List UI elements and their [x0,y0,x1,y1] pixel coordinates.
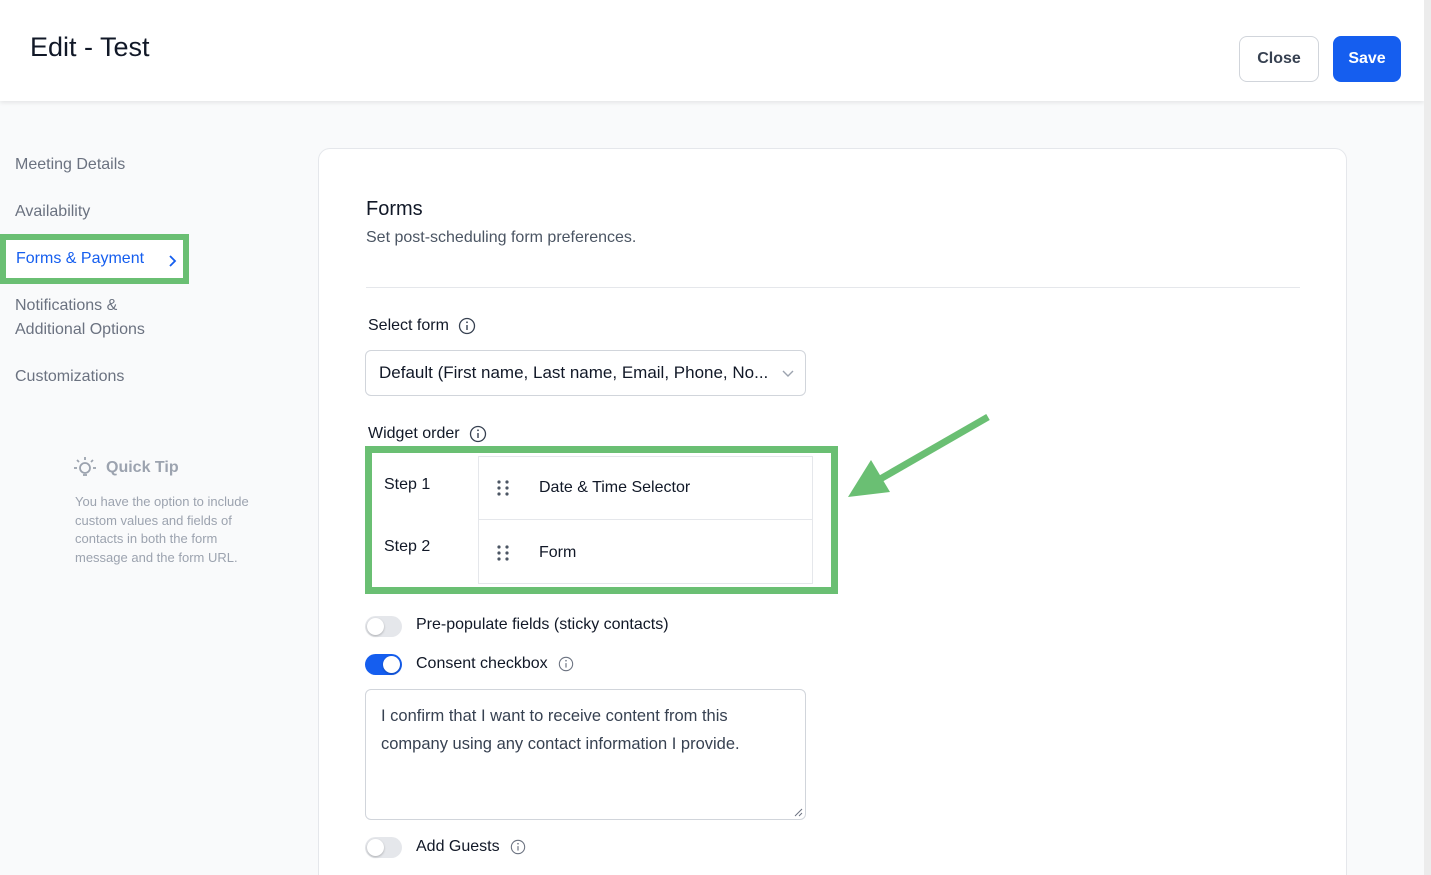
prepopulate-toggle[interactable] [365,616,402,637]
window-edge [1424,0,1431,875]
widget-order-list: Date & Time Selector Form [478,456,813,584]
consent-label-text: Consent checkbox [416,655,548,672]
sidebar-item-label: Availability [15,203,91,220]
info-icon[interactable] [510,839,526,855]
chevron-down-icon [782,370,794,377]
select-form-value: Default (First name, Last name, Email, P… [379,363,769,382]
chevron-right-icon [167,252,177,276]
sidebar-item-label: Customizations [15,368,125,385]
sidebar-item-notifications[interactable]: Notifications & Additional Options [5,294,185,342]
consent-toggle[interactable] [365,654,402,675]
consent-text-area[interactable]: I confirm that I want to receive content… [365,689,806,820]
info-icon[interactable] [558,656,574,672]
add-guests-label: Add Guests [416,838,526,856]
resize-handle-icon[interactable] [794,808,803,817]
step-2-label: Step 2 [384,538,431,555]
info-icon[interactable] [458,317,476,335]
widget-order-label-text: Widget order [368,425,460,442]
annotation-arrow-icon [848,413,990,497]
sidebar-item-label-line1: Notifications & [15,297,118,314]
page-title: Edit - Test [30,32,150,62]
select-form-label: Select form [368,317,476,335]
step-1-label: Step 1 [384,476,431,493]
sidebar-item-forms-payment[interactable]: Forms & Payment [0,234,189,284]
close-button[interactable]: Close [1239,36,1319,82]
save-button[interactable]: Save [1333,36,1401,82]
section-divider [366,287,1300,288]
toggle-knob [367,839,384,856]
widget-form[interactable]: Form [479,521,812,584]
drag-handle-icon[interactable] [496,544,510,562]
toggle-knob [367,618,384,635]
toggle-knob [383,656,400,673]
drag-handle-icon[interactable] [496,479,510,497]
sidebar-item-label: Forms & Payment [16,250,145,267]
section-title: Forms [366,198,423,220]
info-icon[interactable] [469,425,487,443]
lightbulb-icon [74,457,96,476]
top-header: Edit - Test Close Save [0,0,1424,101]
widget-name: Date & Time Selector [539,479,691,496]
sidebar-item-label-line2: Additional Options [15,321,145,338]
sidebar-item-customizations[interactable]: Customizations [5,365,185,389]
prepopulate-label: Pre-populate fields (sticky contacts) [416,616,669,633]
select-form-label-text: Select form [368,317,449,334]
sidebar-item-label: Meeting Details [15,156,126,173]
add-guests-toggle[interactable] [365,837,402,858]
widget-date-time-selector[interactable]: Date & Time Selector [479,457,812,520]
consent-text: I confirm that I want to receive content… [381,707,740,753]
section-subtitle: Set post-scheduling form preferences. [366,229,637,246]
quick-tip: Quick Tip You have the option to include… [72,455,252,567]
sidebar-item-availability[interactable]: Availability [5,200,185,224]
widget-name: Form [539,543,577,561]
quick-tip-text: You have the option to include custom va… [75,494,249,565]
add-guests-label-text: Add Guests [416,838,500,855]
consent-label: Consent checkbox [416,655,574,673]
widget-order-label: Widget order [368,425,487,443]
sidebar-item-meeting-details[interactable]: Meeting Details [5,153,185,177]
select-form-dropdown[interactable]: Default (First name, Last name, Email, P… [365,350,806,396]
quick-tip-title: Quick Tip [106,459,179,476]
